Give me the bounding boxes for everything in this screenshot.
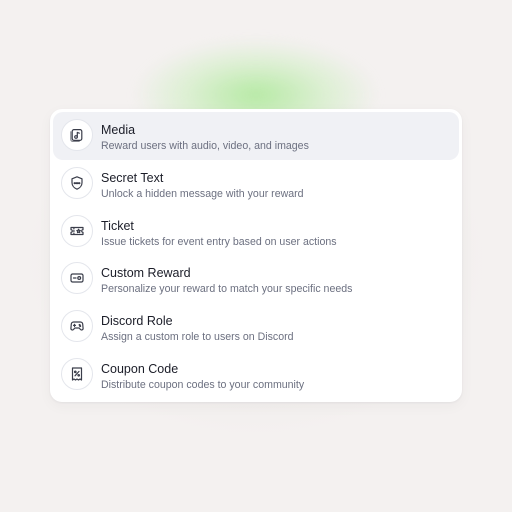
menu-item-media[interactable]: Media Reward users with audio, video, an… (53, 112, 459, 160)
menu-item-coupon-code[interactable]: Coupon Code Distribute coupon codes to y… (53, 351, 459, 399)
menu-item-description: Issue tickets for event entry based on u… (101, 235, 337, 248)
music-file-icon (61, 119, 93, 151)
menu-item-ticket[interactable]: Ticket Issue tickets for event entry bas… (53, 208, 459, 256)
menu-item-description: Reward users with audio, video, and imag… (101, 140, 309, 152)
menu-item-description: Assign a custom role to users on Discord (101, 331, 294, 344)
menu-item-description: Personalize your reward to match your sp… (101, 283, 353, 296)
menu-item-title: Coupon Code (101, 361, 179, 376)
gamepad-icon (61, 310, 93, 343)
reward-type-menu: Media Reward users with audio, video, an… (50, 109, 462, 402)
menu-item-title: Discord Role (101, 314, 173, 329)
menu-item-discord-role[interactable]: Discord Role Assign a custom role to use… (53, 303, 459, 351)
menu-item-secret-text[interactable]: Secret Text Unlock a hidden message with… (53, 160, 459, 208)
card-toggle-icon (61, 262, 93, 295)
menu-item-title: Secret Text (101, 170, 164, 185)
menu-item-title: Custom Reward (101, 266, 191, 281)
menu-item-title: Media (101, 123, 136, 137)
coupon-percent-icon (61, 357, 93, 390)
menu-item-custom-reward[interactable]: Custom Reward Personalize your reward to… (53, 255, 459, 303)
ticket-star-icon (61, 214, 93, 247)
menu-item-description: Unlock a hidden message with your reward (101, 187, 304, 200)
menu-item-description: Distribute coupon codes to your communit… (101, 378, 305, 391)
menu-item-title: Ticket (101, 218, 134, 233)
shield-password-icon (61, 166, 93, 199)
